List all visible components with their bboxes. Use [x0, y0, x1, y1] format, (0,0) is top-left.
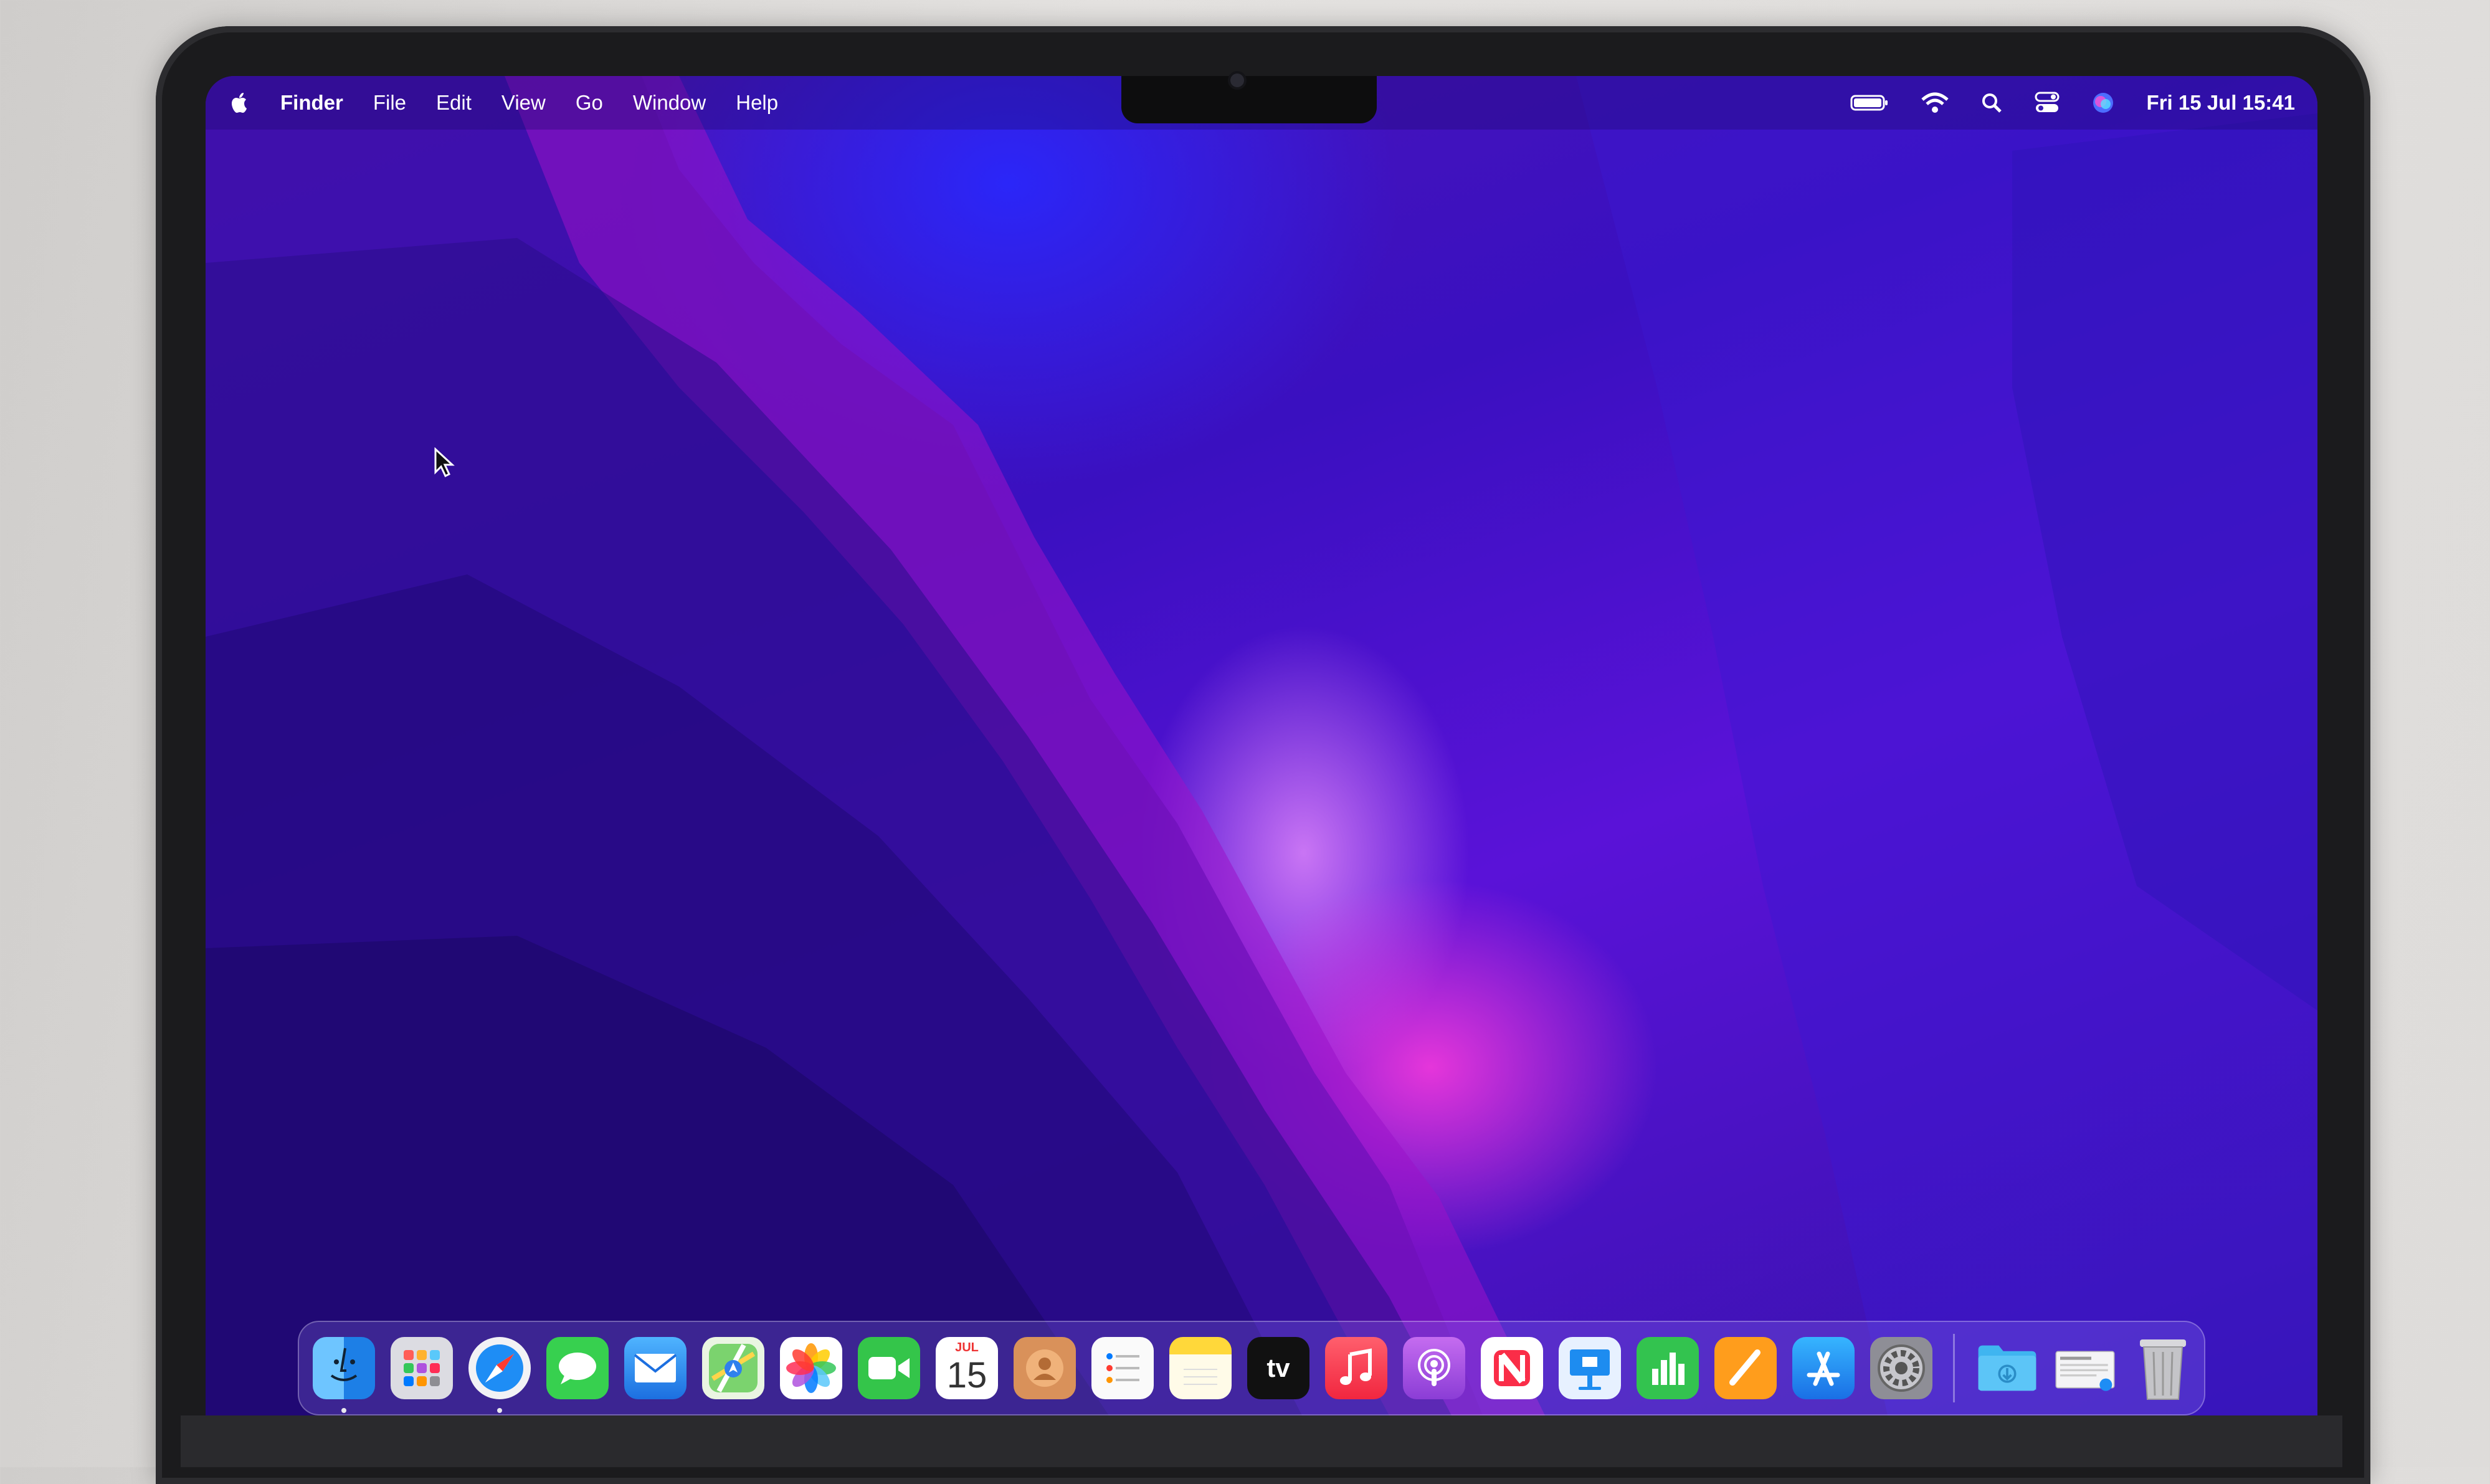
dock: JUL 15 tv — [298, 1321, 2205, 1415]
keynote-icon — [1570, 1349, 1610, 1390]
podcasts-icon — [1418, 1349, 1450, 1386]
dock-app-safari[interactable] — [468, 1337, 531, 1413]
notes-icon — [1184, 1369, 1217, 1385]
trash-icon — [2140, 1339, 2186, 1400]
dock-stack-recent-document[interactable] — [2054, 1337, 2116, 1399]
menu-view[interactable]: View — [501, 91, 546, 115]
numbers-icon — [1652, 1353, 1685, 1385]
dock-app-facetime[interactable] — [858, 1337, 920, 1399]
dock-separator — [1953, 1334, 1955, 1402]
reminders-icon — [1106, 1353, 1139, 1383]
monterey-wallpaper — [206, 76, 2317, 1415]
control-center-icon[interactable] — [2035, 92, 2060, 114]
running-indicator — [341, 1408, 346, 1413]
dock-app-maps[interactable] — [702, 1337, 764, 1399]
tv-label: tv — [1266, 1353, 1290, 1382]
dock-app-calendar[interactable]: JUL 15 — [936, 1337, 998, 1399]
camera-lens — [1230, 74, 1244, 87]
mouse-pointer-icon — [434, 447, 455, 478]
contacts-icon — [1026, 1349, 1063, 1387]
music-icon — [1340, 1348, 1372, 1385]
dock-app-finder[interactable] — [313, 1337, 375, 1413]
calendar-month: JUL — [955, 1341, 979, 1354]
mail-icon — [634, 1354, 677, 1382]
dock-app-reminders[interactable] — [1091, 1337, 1154, 1399]
apple-logo-icon[interactable] — [229, 90, 250, 115]
wifi-icon[interactable] — [1921, 92, 1949, 113]
launchpad-icon — [404, 1350, 440, 1386]
news-icon — [1494, 1350, 1530, 1386]
calendar-day: 15 — [946, 1355, 987, 1396]
system-preferences-icon — [1878, 1344, 1925, 1392]
dock-app-photos[interactable] — [780, 1337, 842, 1399]
dock-app-app-store[interactable] — [1792, 1337, 1855, 1399]
dock-app-trash[interactable] — [2132, 1337, 2194, 1400]
menu-file[interactable]: File — [373, 91, 406, 115]
apple-tv-icon: tv — [1266, 1353, 1290, 1383]
app-store-icon — [1807, 1351, 1840, 1386]
menu-edit[interactable]: Edit — [436, 91, 472, 115]
menu-help[interactable]: Help — [736, 91, 778, 115]
document-stack-icon — [2055, 1351, 2115, 1391]
photos-icon — [786, 1343, 836, 1393]
dock-app-music[interactable] — [1325, 1337, 1387, 1399]
menu-go[interactable]: Go — [576, 91, 603, 115]
dock-app-pages[interactable] — [1714, 1337, 1777, 1399]
desktop-screen: Finder File Edit View Go Window Help Fri… — [206, 76, 2317, 1415]
dock-app-tv[interactable]: tv — [1247, 1337, 1309, 1399]
dock-app-news[interactable] — [1481, 1337, 1543, 1399]
dock-app-notes[interactable] — [1169, 1337, 1232, 1399]
menu-finder[interactable]: Finder — [280, 91, 343, 115]
running-indicator — [497, 1408, 502, 1413]
menu-window[interactable]: Window — [633, 91, 706, 115]
dock-app-launchpad[interactable] — [391, 1337, 453, 1399]
spotlight-search-icon[interactable] — [1981, 92, 2002, 113]
dock-app-podcasts[interactable] — [1403, 1337, 1465, 1399]
messages-icon — [559, 1353, 596, 1384]
battery-icon[interactable] — [1850, 93, 1889, 112]
dock-app-messages[interactable] — [546, 1337, 609, 1399]
clock[interactable]: Fri 15 Jul 15:41 — [2147, 91, 2295, 115]
maps-icon — [709, 1344, 758, 1392]
dock-app-keynote[interactable] — [1559, 1337, 1621, 1399]
finder-icon — [330, 1348, 358, 1381]
downloads-folder-icon — [1978, 1345, 2036, 1391]
pages-icon — [1729, 1349, 1761, 1386]
dock-app-numbers[interactable] — [1637, 1337, 1699, 1399]
facetime-icon — [868, 1357, 910, 1379]
dock-app-contacts[interactable] — [1014, 1337, 1076, 1399]
dock-app-system-preferences[interactable] — [1870, 1337, 1932, 1399]
dock-stack-downloads[interactable] — [1976, 1337, 2038, 1399]
dock-app-mail[interactable] — [624, 1337, 687, 1399]
siri-icon[interactable] — [2092, 92, 2114, 114]
camera-notch — [1121, 76, 1377, 123]
laptop-hinge — [181, 1415, 2342, 1467]
safari-icon — [476, 1344, 523, 1392]
